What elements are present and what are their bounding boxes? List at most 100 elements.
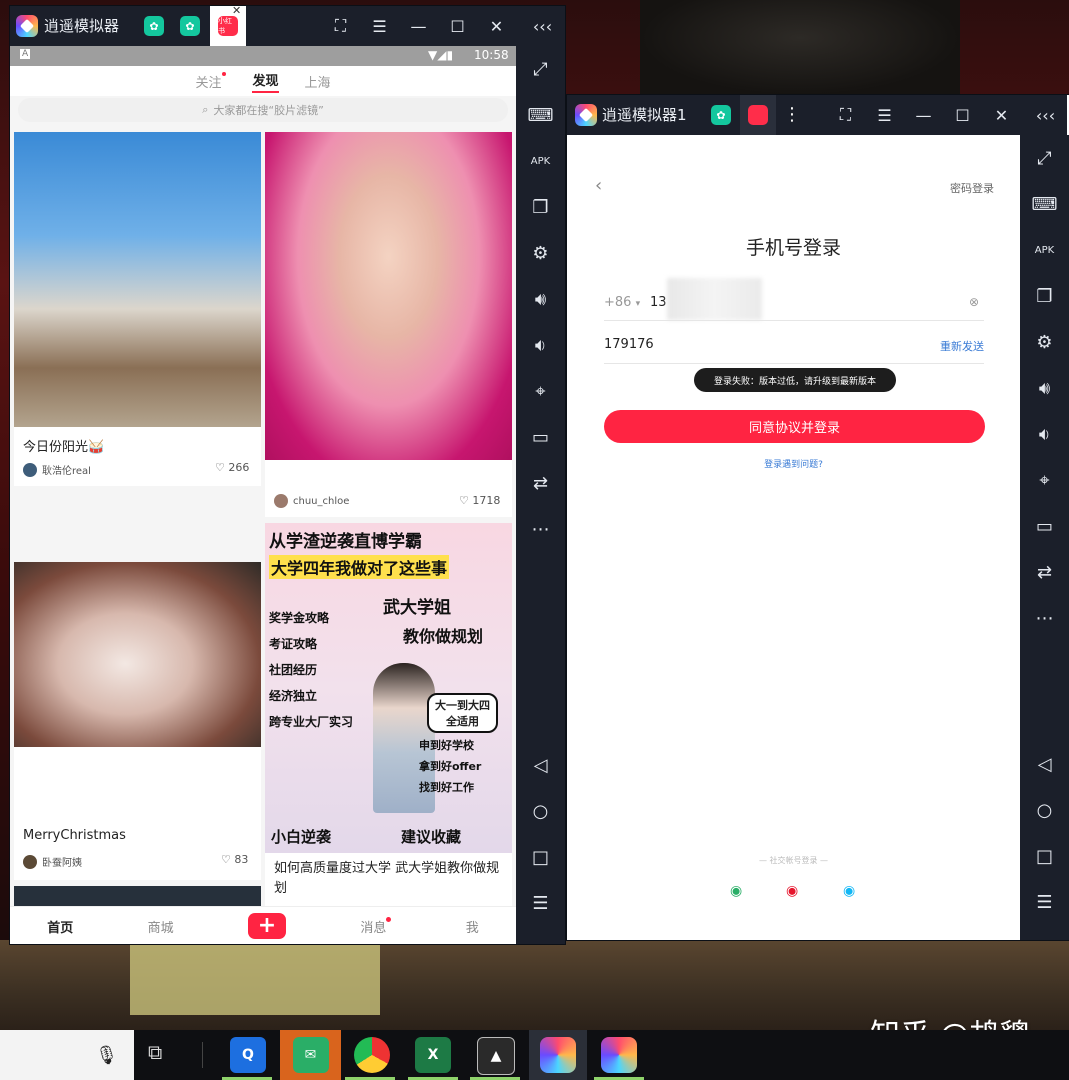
menu-icon[interactable]: ☰ (360, 6, 399, 46)
list-icon[interactable]: ☰ (1020, 879, 1069, 925)
tab-me[interactable]: 我 (466, 917, 479, 936)
screenshot-icon[interactable]: ⛶ (826, 95, 865, 135)
login-button[interactable]: 同意协议并登录 (604, 410, 985, 443)
taskbar-search-area[interactable]: 🎙︎ (0, 1030, 134, 1080)
photos-icon[interactable]: ▲ (477, 1037, 515, 1075)
back-arrow-icon[interactable]: ‹ (595, 175, 602, 196)
microphone-icon[interactable]: 🎙︎ (95, 1045, 118, 1066)
feed-card[interactable]: 今日份阳光🥁 耿浩伦real ♡ 266 (14, 132, 261, 486)
screenshot-icon[interactable]: ⛶ (321, 6, 360, 46)
xiaohongshu-app: 关注 发现 上海 ⌕ 大家都在搜“胶片滤镜” 今日份阳光🥁 耿浩伦real ♡ … (10, 66, 516, 944)
avatar (23, 854, 37, 869)
like-count[interactable]: ♡ 266 (215, 461, 249, 474)
tab-messages[interactable]: 消息 (360, 916, 392, 936)
wechat-taskbar-active[interactable]: ✉ (280, 1030, 341, 1080)
tab-mall[interactable]: 商城 (148, 917, 174, 936)
recent-apps-icon[interactable]: □ (516, 834, 565, 880)
fullscreen-icon[interactable]: ⤢ (1020, 135, 1069, 181)
tab-close-icon[interactable]: ✕ (232, 4, 241, 17)
multi-window-icon[interactable]: ❐ (516, 184, 565, 230)
minimize-icon[interactable]: — (904, 95, 943, 135)
back-icon[interactable]: ◁ (1020, 741, 1069, 787)
error-toast: 登录失败：版本过低，请升级到最新版本 (694, 368, 896, 392)
publish-button[interactable]: + (247, 913, 286, 939)
maximize-icon[interactable]: ☐ (943, 95, 982, 135)
more-vert-icon[interactable]: ⋮ (782, 95, 802, 135)
clear-icon[interactable]: ⊗ (969, 295, 979, 309)
folder-icon[interactable]: ▭ (1020, 503, 1069, 549)
excel-icon[interactable]: X (415, 1037, 451, 1073)
chevron-down-icon: ▾ (635, 299, 641, 309)
feed-card[interactable]: chuu_chloe ♡ 1718 (265, 132, 512, 517)
more-icon[interactable]: ⋯ (1020, 595, 1069, 641)
apk-icon[interactable]: APK (516, 138, 565, 184)
wechat-icon[interactable]: ◉ (730, 883, 742, 899)
emulator-2-icon[interactable] (601, 1037, 637, 1073)
close-icon[interactable]: ✕ (477, 6, 516, 46)
tab-app-1[interactable]: ✿ (703, 95, 739, 135)
volume-up-icon[interactable]: 🔊︎ (1020, 365, 1069, 411)
minimize-icon[interactable]: — (399, 6, 438, 46)
settings-icon[interactable]: ⚙ (1020, 319, 1069, 365)
menu-icon[interactable]: ☰ (865, 95, 904, 135)
tab-app-1[interactable]: ✿ (136, 6, 172, 46)
tab-discover[interactable]: 发现 (252, 70, 279, 93)
feed-card[interactable]: MerryChristmas 卧蚕阿姨 ♡ 83 (14, 562, 261, 880)
qq-icon[interactable]: ◉ (843, 883, 855, 899)
login-trouble-link[interactable]: 登录遇到问题? (567, 457, 1020, 470)
page-title: 手机号登录 (745, 237, 841, 259)
resend-button[interactable]: 重新发送 (940, 338, 984, 354)
more-icon[interactable]: ⋯ (516, 506, 565, 552)
volume-up-icon[interactable]: 🔊︎ (516, 276, 565, 322)
tab-xiaohongshu[interactable] (740, 95, 776, 135)
poster-results: 申到好学校 拿到好offer 找到好工作 (419, 739, 482, 794)
taskbar-divider (202, 1042, 203, 1068)
redacted-phone (667, 278, 762, 320)
poster-footer-2: 建议收藏 (401, 828, 462, 846)
status-time: 10:58 (474, 48, 509, 62)
multi-window-icon[interactable]: ❐ (1020, 273, 1069, 319)
verification-code-input[interactable]: 179176 (604, 337, 654, 352)
tab-app-2[interactable]: ✿ (172, 6, 208, 46)
location-icon[interactable]: ⌖ (516, 368, 565, 414)
volume-down-icon[interactable]: 🔉︎ (516, 322, 565, 368)
sync-icon[interactable]: ⇄ (1020, 549, 1069, 595)
chrome-icon[interactable] (354, 1037, 390, 1073)
recent-apps-icon[interactable]: □ (1020, 833, 1069, 879)
maximize-icon[interactable]: ☐ (438, 6, 477, 46)
home-icon[interactable]: ○ (1020, 787, 1069, 833)
volume-down-icon[interactable]: 🔉︎ (1020, 411, 1069, 457)
like-count[interactable]: ♡ 1718 (459, 494, 500, 507)
search-bar[interactable]: ⌕ 大家都在搜“胶片滤镜” (18, 98, 508, 122)
password-login-link[interactable]: 密码登录 (950, 180, 994, 196)
task-view-icon[interactable]: ⧉ (148, 1040, 162, 1064)
tab-home[interactable]: 首页 (47, 917, 73, 936)
list-icon[interactable]: ☰ (516, 880, 565, 926)
card-image (265, 132, 512, 460)
collapse-sidebar-icon[interactable]: ‹‹‹ (1023, 95, 1068, 135)
location-icon[interactable]: ⌖ (1020, 457, 1069, 503)
settings-icon[interactable]: ⚙ (516, 230, 565, 276)
emulator-taskbar-active[interactable] (529, 1030, 587, 1080)
like-count[interactable]: ♡ 83 (221, 853, 248, 866)
sync-icon[interactable]: ⇄ (516, 460, 565, 506)
close-icon[interactable]: ✕ (982, 95, 1021, 135)
card-title: MerryChristmas (23, 828, 126, 843)
fullscreen-icon[interactable]: ⤢ (516, 46, 565, 92)
keyboard-icon[interactable]: ⌨ (1020, 181, 1069, 227)
keyboard-icon[interactable]: ⌨ (516, 92, 565, 138)
emulator-sidebar: ⤢ ⌨ APK ❐ ⚙ 🔊︎ 🔉︎ ⌖ ▭ ⇄ ⋯ ◁ ○ □ ☰ (516, 46, 565, 944)
tab-follow[interactable]: 关注 (195, 71, 227, 91)
feed-card[interactable]: 从学渣逆袭直博学霸 大学四年我做对了这些事 武大学姐 教你做规划 奖学金攻略 考… (265, 523, 512, 906)
country-code-select[interactable]: +86 ▾ (604, 295, 640, 310)
folder-icon[interactable]: ▭ (516, 414, 565, 460)
tab-city[interactable]: 上海 (305, 72, 331, 91)
poster-bubble: 大一到大四 全适用 (427, 693, 498, 733)
collapse-sidebar-icon[interactable]: ‹‹‹ (520, 6, 565, 46)
home-icon[interactable]: ○ (516, 788, 565, 834)
phone-input[interactable]: 13 (650, 295, 667, 310)
back-icon[interactable]: ◁ (516, 742, 565, 788)
weibo-icon[interactable]: ◉ (786, 883, 798, 899)
browser-icon[interactable]: Q (230, 1037, 266, 1073)
apk-icon[interactable]: APK (1020, 227, 1069, 273)
